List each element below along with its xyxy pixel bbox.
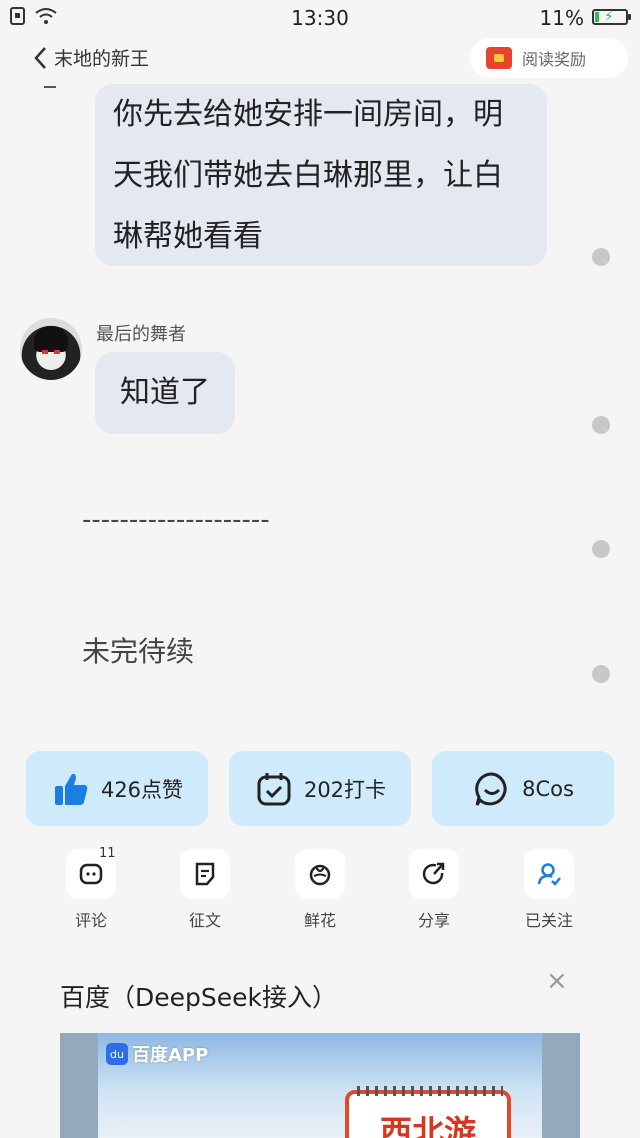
flower-button[interactable]: 鲜花	[280, 849, 360, 931]
avatar-fragment	[44, 86, 56, 88]
close-icon[interactable]: ×	[546, 966, 568, 996]
chevron-left-icon	[34, 46, 46, 69]
cos-button[interactable]: 8Cos	[432, 751, 614, 826]
essay-button[interactable]: 征文	[165, 849, 245, 931]
message-line: 琳帮她看看	[113, 219, 263, 254]
followed-user-icon	[537, 863, 561, 886]
comment-dot[interactable]	[592, 248, 610, 266]
checkin-count: 202打卡	[303, 777, 387, 802]
comment-dot[interactable]	[592, 540, 610, 558]
share-button[interactable]: 分享	[394, 849, 474, 931]
to-be-continued: 未完待续	[82, 635, 195, 668]
avatar[interactable]	[20, 318, 82, 380]
share-label: 分享	[417, 911, 450, 930]
ad-calendar-graphic: 西北游	[345, 1086, 511, 1138]
cos-count: 8Cos	[522, 776, 574, 801]
book-title: 末地的新王	[54, 48, 150, 70]
essay-label: 征文	[188, 911, 221, 930]
ad-brand-name: 百度APP	[132, 1045, 209, 1066]
comment-button[interactable]: 11 评论	[51, 846, 131, 931]
message-bubble: 知道了	[95, 352, 235, 434]
comment-count-badge: 11	[99, 846, 116, 861]
flower-icon	[309, 864, 331, 886]
document-icon	[195, 862, 215, 886]
share-icon	[422, 862, 445, 885]
back-button[interactable]: 末地的新王	[34, 44, 149, 71]
nav-bar: 末地的新王 阅读奖励	[0, 34, 640, 84]
baidu-logo-icon: du	[106, 1043, 128, 1065]
like-count: 426点赞	[100, 777, 184, 802]
ad-banner-text: 西北游	[379, 1113, 476, 1138]
comment-label: 评论	[74, 911, 107, 930]
ad-title[interactable]: 百度（DeepSeek接入）	[60, 978, 337, 1014]
username: 最后的舞者	[96, 324, 186, 345]
battery-percent: 11%	[539, 6, 584, 30]
like-button[interactable]: 426点赞	[26, 751, 208, 826]
checkin-button[interactable]: 202打卡	[229, 751, 411, 826]
comment-dot[interactable]	[592, 416, 610, 434]
red-packet-icon	[486, 47, 512, 69]
chat-bubble-icon	[475, 771, 507, 806]
message-line: 天我们带她去白琳那里，让白	[113, 158, 503, 193]
reading-reward-button[interactable]: 阅读奖励	[470, 38, 628, 78]
divider-line: --------------------	[82, 505, 270, 535]
follow-button[interactable]: 已关注	[509, 849, 589, 931]
reading-reward-label: 阅读奖励	[522, 50, 587, 69]
thumbs-up-icon	[54, 773, 88, 805]
ad-brand: du 百度APP	[106, 1041, 208, 1067]
follow-label: 已关注	[524, 911, 573, 930]
battery-icon: ⚡	[592, 9, 631, 25]
comment-icon	[79, 863, 103, 885]
message-line: 你先去给她安排一间房间，明	[113, 97, 503, 132]
status-bar: 13:30 11% ⚡	[0, 0, 640, 34]
message-bubble: 你先去给她安排一间房间，明 天我们带她去白琳那里，让白 琳帮她看看	[95, 84, 547, 266]
calendar-check-icon	[257, 772, 291, 805]
flower-label: 鲜花	[303, 911, 336, 930]
comment-dot[interactable]	[592, 665, 610, 683]
